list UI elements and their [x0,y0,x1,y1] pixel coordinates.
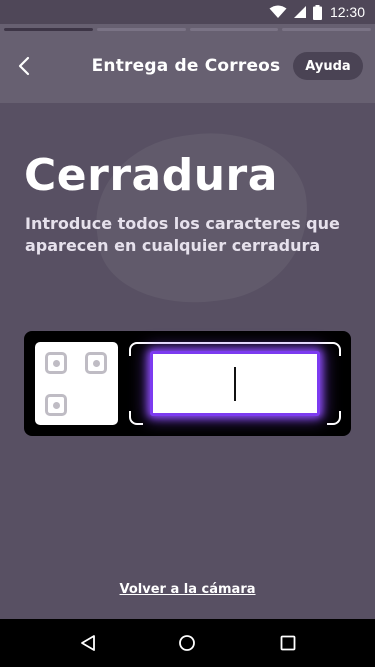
status-time: 12:30 [329,4,365,20]
frame-corner [327,342,341,356]
wifi-icon [269,5,287,18]
status-bar: 12:30 [0,0,375,24]
battery-icon [312,4,322,20]
page-subtitle: Introduce todos los caracteres que apare… [25,214,340,255]
code-scan-frame [129,342,341,425]
lock-keyhole-icon [85,352,107,374]
progress-segment [96,28,186,31]
recents-square-icon [280,635,296,651]
lock-keypad-illustration [35,342,118,425]
help-button[interactable]: Ayuda [293,52,363,80]
lock-keyhole-icon [45,394,67,416]
lock-code-card [24,331,351,436]
code-input[interactable] [150,351,320,416]
home-circle-icon [179,635,195,651]
app-header: Entrega de Correos Ayuda [0,24,375,103]
progress-segment-fill [4,28,93,31]
nav-recents-button[interactable] [274,629,302,657]
back-to-camera-link[interactable]: Volver a la cámara [0,582,375,597]
frame-corner [327,411,341,425]
frame-top-edge [143,342,327,344]
frame-corner [129,411,143,425]
signal-icon [293,6,306,18]
back-triangle-icon [81,635,95,651]
text-caret [234,366,236,401]
system-nav-bar [0,619,375,667]
page-title: Cerradura [24,150,278,201]
nav-back-button[interactable] [74,629,102,657]
progress-segment [189,28,279,31]
frame-corner [129,342,143,356]
back-button[interactable] [10,52,38,80]
chevron-left-icon [18,56,30,76]
header-title: Entrega de Correos [91,56,281,76]
lock-keyhole-icon [45,352,67,374]
step-progress [4,28,371,31]
progress-segment [282,28,371,31]
nav-home-button[interactable] [173,629,201,657]
progress-segment [4,28,93,31]
